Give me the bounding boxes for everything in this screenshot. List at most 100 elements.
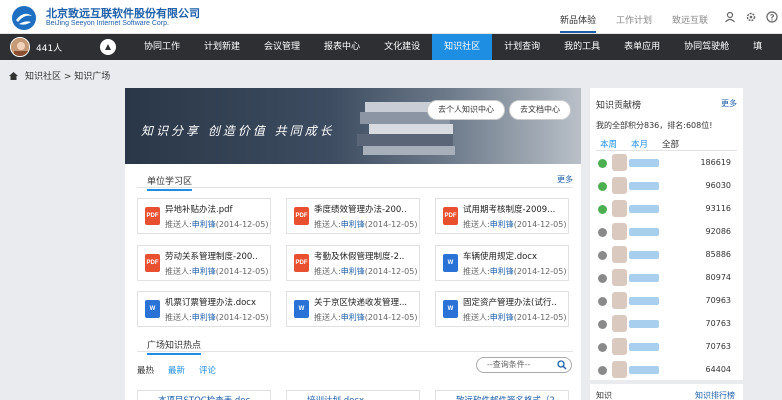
- doc-name[interactable]: 机票订票管理办法.docx: [165, 296, 270, 308]
- home-icon[interactable]: [8, 71, 19, 81]
- pusher-name[interactable]: 申利锋: [490, 313, 514, 322]
- avatar[interactable]: [612, 177, 627, 194]
- doc-card[interactable]: PDF 劳动关系管理制度-200.. 推送人:申利锋(2014-12-05): [137, 245, 271, 281]
- tab-comments[interactable]: 评论: [199, 364, 216, 376]
- doc-card[interactable]: W 机票订票管理办法.docx 推送人:申利锋(2014-12-05): [137, 291, 271, 327]
- toplink-seeyon[interactable]: 致远互联: [672, 13, 708, 33]
- avatar[interactable]: [612, 154, 627, 171]
- pusher-label: 推送人:: [165, 220, 192, 229]
- rank-row[interactable]: 70963: [596, 290, 737, 312]
- rank-row[interactable]: 92086: [596, 221, 737, 243]
- doc-card[interactable]: W 车辆使用规定.docx 推送人:申利锋(2014-12-05): [435, 245, 569, 281]
- rank-row[interactable]: 64404: [596, 359, 737, 381]
- help-icon[interactable]: [766, 11, 778, 23]
- avatar[interactable]: [612, 269, 627, 286]
- doc-name[interactable]: 劳动关系管理制度-200..: [165, 250, 270, 262]
- hot-item[interactable]: 培训计划.docx: [286, 390, 420, 400]
- avatar[interactable]: [612, 338, 627, 355]
- rank-row[interactable]: 96030: [596, 175, 737, 197]
- rank-points: 80974: [705, 273, 731, 282]
- doc-name[interactable]: 试用期考核制度-2009...: [463, 203, 568, 215]
- avatar[interactable]: [612, 361, 627, 378]
- blurred-name: [629, 182, 659, 190]
- nav-item-my-tools[interactable]: 我的工具: [552, 34, 612, 60]
- nav-expand-button[interactable]: [100, 39, 116, 55]
- toplink-work-plan[interactable]: 工作计划: [616, 13, 652, 33]
- blurred-name: [629, 343, 659, 351]
- tab-this-week[interactable]: 本周: [600, 138, 617, 150]
- breadcrumb-text[interactable]: 知识社区 > 知识广场: [25, 69, 110, 82]
- tab-this-month[interactable]: 本月: [631, 138, 648, 150]
- doc-card[interactable]: PDF 考勤及休假管理制度-2.. 推送人:申利锋(2014-12-05): [286, 245, 420, 281]
- doc-name[interactable]: 关于京区快递收发管理...: [314, 296, 419, 308]
- settings-icon[interactable]: [745, 11, 757, 23]
- learning-more-link[interactable]: 更多: [557, 174, 573, 185]
- doc-card[interactable]: PDF 异地补贴办法.pdf 推送人:申利锋(2014-12-05): [137, 198, 271, 234]
- company-name-cn: 北京致远互联软件股份有限公司: [46, 7, 200, 20]
- avatar[interactable]: [10, 37, 30, 57]
- nav-item-culture[interactable]: 文化建设: [372, 34, 432, 60]
- nav-item-collab-work[interactable]: 协同工作: [132, 34, 192, 60]
- doc-meta: 推送人:申利锋(2014-12-05): [314, 312, 417, 323]
- nav-item-new-plan[interactable]: 计划新建: [192, 34, 252, 60]
- pusher-name[interactable]: 申利锋: [341, 267, 365, 276]
- nav-item-more[interactable]: 填: [741, 34, 774, 60]
- doc-name[interactable]: 考勤及休假管理制度-2..: [314, 250, 419, 262]
- top-header: 北京致远互联软件股份有限公司 BeiJing Seeyon Internet S…: [0, 0, 782, 34]
- doc-name[interactable]: 车辆使用规定.docx: [463, 250, 568, 262]
- contribution-more-link[interactable]: 更多: [721, 98, 737, 109]
- pusher-label: 推送人:: [314, 267, 341, 276]
- toplink-new-features[interactable]: 新品体验: [560, 13, 597, 33]
- doc-card[interactable]: PDF 试用期考核制度-2009... 推送人:申利锋(2014-12-05): [435, 198, 569, 234]
- pusher-name[interactable]: 申利锋: [341, 220, 365, 229]
- rank-row[interactable]: 186619: [596, 152, 737, 174]
- pdf-file-icon: PDF: [294, 207, 309, 225]
- rank-row[interactable]: 93116: [596, 198, 737, 220]
- doc-card[interactable]: W 关于京区快递收发管理... 推送人:申利锋(2014-12-05): [286, 291, 420, 327]
- rank-row[interactable]: 85886: [596, 244, 737, 266]
- tab-all[interactable]: 全部: [662, 138, 679, 150]
- avatar[interactable]: [612, 223, 627, 240]
- rank-row[interactable]: 70763: [596, 336, 737, 358]
- personal-knowledge-center-button[interactable]: 去个人知识中心: [427, 100, 505, 120]
- rank-row[interactable]: 80974: [596, 267, 737, 289]
- doc-name[interactable]: 固定资产管理办法(试行..: [463, 296, 568, 308]
- doc-meta: 推送人:申利锋(2014-12-05): [165, 219, 268, 230]
- tab-newest[interactable]: 最新: [168, 364, 185, 376]
- pusher-name[interactable]: 申利锋: [490, 267, 514, 276]
- hot-item[interactable]: 本项目STOC检查表.doc: [137, 390, 271, 400]
- doc-center-button[interactable]: 去文档中心: [509, 100, 571, 120]
- doc-card[interactable]: W 固定资产管理办法(试行.. 推送人:申利锋(2014-12-05): [435, 291, 569, 327]
- search-icon[interactable]: [557, 360, 567, 370]
- nav-item-cockpit[interactable]: 协同驾驶舱: [672, 34, 741, 60]
- doc-name[interactable]: 异地补贴办法.pdf: [165, 203, 270, 215]
- pusher-name[interactable]: 申利锋: [192, 267, 216, 276]
- tab-hottest[interactable]: 最热: [137, 364, 154, 376]
- avatar[interactable]: [612, 246, 627, 263]
- banner: 知识分享 创造价值 共同成长 去个人知识中心 去文档中心: [125, 88, 581, 164]
- user-info[interactable]: 441人: [0, 34, 94, 60]
- avatar[interactable]: [612, 292, 627, 309]
- knowledge-rank-link[interactable]: 知识排行榜: [695, 390, 735, 400]
- nav-item-forms[interactable]: 表单应用: [612, 34, 672, 60]
- pusher-name[interactable]: 申利锋: [341, 313, 365, 322]
- user-icon[interactable]: [724, 11, 736, 23]
- nav-item-reports[interactable]: 报表中心: [312, 34, 372, 60]
- nav-item-knowledge[interactable]: 知识社区: [432, 34, 493, 60]
- pusher-name[interactable]: 申利锋: [192, 220, 216, 229]
- rank-row[interactable]: 70763: [596, 313, 737, 335]
- query-condition-select[interactable]: --查询条件--: [476, 357, 572, 373]
- nav-item-meeting[interactable]: 会议管理: [252, 34, 312, 60]
- avatar[interactable]: [612, 315, 627, 332]
- knowledge-square-panel: 知识分享 创造价值 共同成长 去个人知识中心 去文档中心 单位学习区 更多 PD…: [125, 88, 581, 400]
- doc-meta: 推送人:申利锋(2014-12-05): [314, 219, 417, 230]
- doc-name[interactable]: 季度绩效管理办法-200..: [314, 203, 419, 215]
- hot-item[interactable]: 致远软件邮件签名格式（2: [435, 390, 569, 400]
- pusher-name[interactable]: 申利锋: [490, 220, 514, 229]
- doc-card[interactable]: PDF 季度绩效管理办法-200.. 推送人:申利锋(2014-12-05): [286, 198, 420, 234]
- rank-badge-icon: [598, 366, 607, 375]
- avatar[interactable]: [612, 200, 627, 217]
- doc-meta: 推送人:申利锋(2014-12-05): [463, 312, 566, 323]
- nav-item-plan-query[interactable]: 计划查询: [492, 34, 552, 60]
- pusher-name[interactable]: 申利锋: [192, 313, 216, 322]
